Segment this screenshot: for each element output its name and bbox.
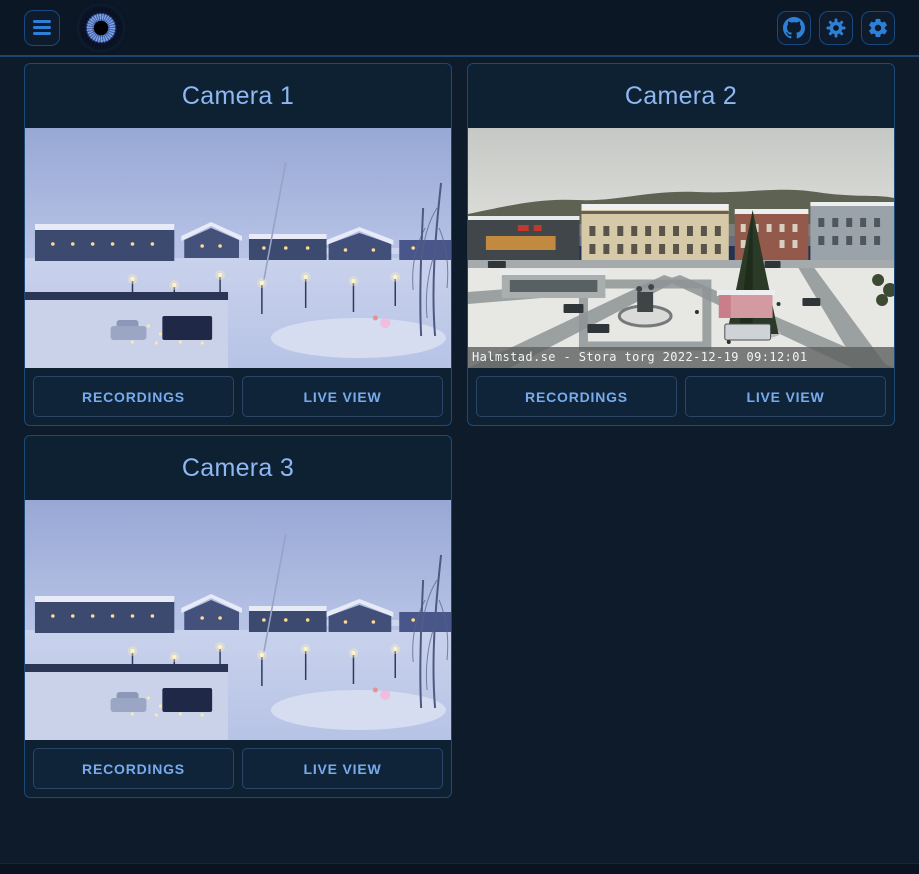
recordings-button[interactable]: RECORDINGS xyxy=(33,376,234,417)
camera-title: Camera 2 xyxy=(468,64,894,128)
camera-title: Camera 3 xyxy=(25,436,451,500)
eye-logo xyxy=(81,8,121,48)
snow-village-scene xyxy=(25,500,451,740)
live-view-button[interactable]: LIVE VIEW xyxy=(685,376,886,417)
recordings-button[interactable]: RECORDINGS xyxy=(476,376,677,417)
camera-snapshot xyxy=(25,500,451,740)
github-button[interactable] xyxy=(777,11,811,45)
gear-icon xyxy=(867,17,889,39)
town-square-scene xyxy=(468,128,894,368)
hamburger-icon xyxy=(33,20,51,23)
camera-timestamp-overlay: Halmstad.se - Stora torg 2022-12-19 09:1… xyxy=(468,347,894,368)
topbar-actions xyxy=(777,11,895,45)
live-view-button[interactable]: LIVE VIEW xyxy=(242,748,443,789)
camera-card-3: Camera 3 RECORDINGS LIVE VIEW xyxy=(24,435,452,798)
menu-button[interactable] xyxy=(24,10,60,46)
live-view-button[interactable]: LIVE VIEW xyxy=(242,376,443,417)
footer-bar xyxy=(0,863,919,874)
camera-card-2: Camera 2 Halmstad.se - Stora torg 2022-1… xyxy=(467,63,895,426)
camera-actions: RECORDINGS LIVE VIEW xyxy=(468,368,894,425)
camera-actions: RECORDINGS LIVE VIEW xyxy=(25,740,451,797)
gear-sun-icon xyxy=(825,17,847,39)
camera-actions: RECORDINGS LIVE VIEW xyxy=(25,368,451,425)
camera-snapshot: Halmstad.se - Stora torg 2022-12-19 09:1… xyxy=(468,128,894,368)
recordings-button[interactable]: RECORDINGS xyxy=(33,748,234,789)
snow-village-scene xyxy=(25,128,451,368)
camera-card-1: Camera 1 RECORDINGS LIVE VIEW xyxy=(24,63,452,426)
camera-grid: Camera 1 RECORDINGS LIVE VIEW Camera 2 H… xyxy=(0,57,919,863)
camera-title: Camera 1 xyxy=(25,64,451,128)
settings-button[interactable] xyxy=(861,11,895,45)
camera-snapshot xyxy=(25,128,451,368)
top-bar xyxy=(0,0,919,57)
github-icon xyxy=(783,17,805,39)
display-settings-button[interactable] xyxy=(819,11,853,45)
